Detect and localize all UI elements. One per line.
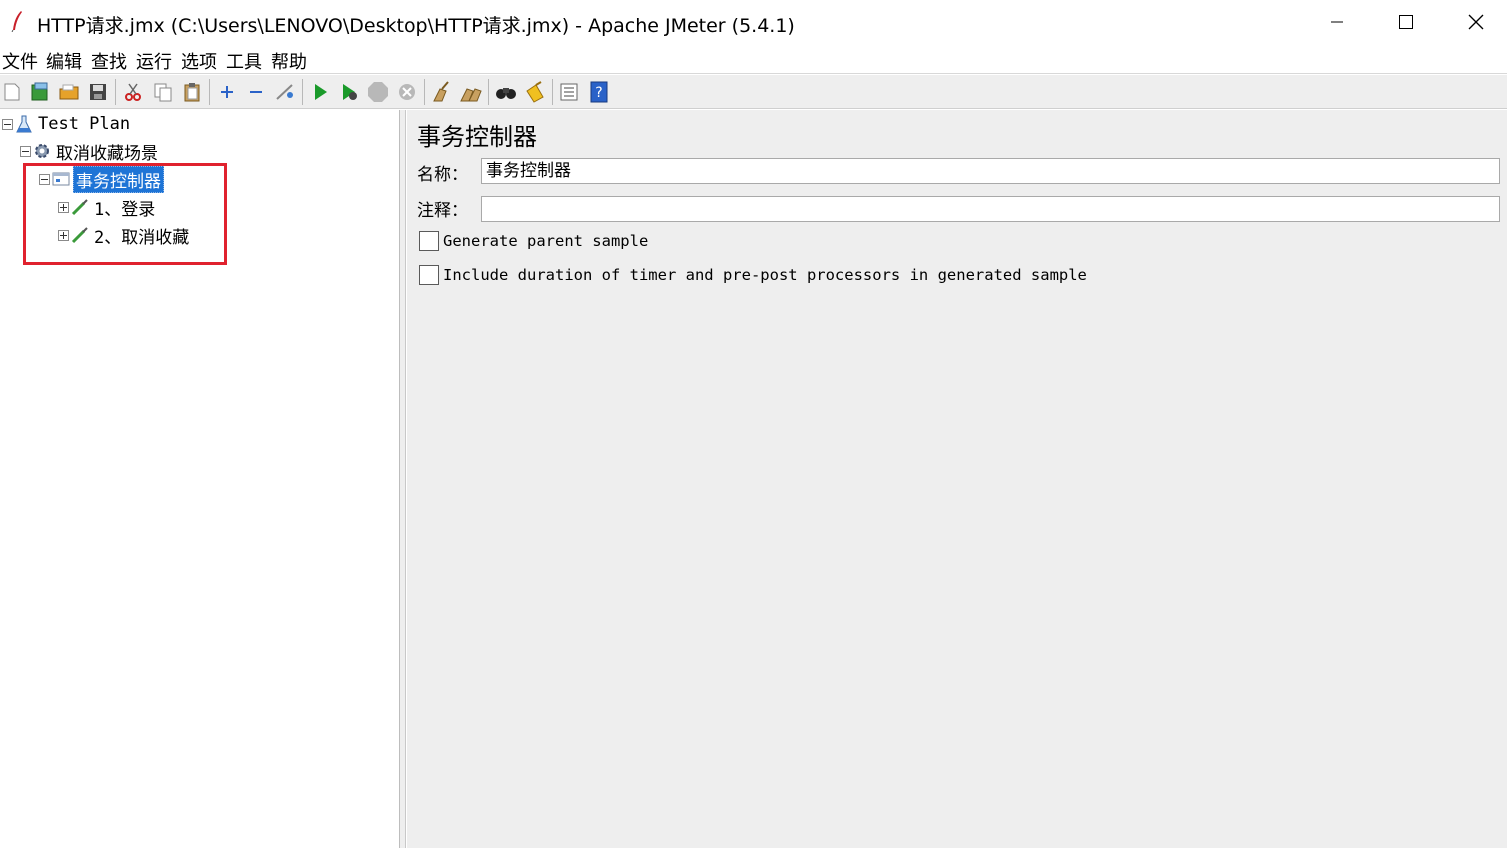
paste-button[interactable] — [180, 80, 204, 104]
templates-icon — [31, 82, 48, 101]
stop-icon — [368, 82, 388, 102]
tree-node-label: Test Plan — [38, 114, 131, 134]
transaction-controller-panel: 事务控制器 名称： 事务控制器 注释： Generate parent samp… — [407, 110, 1507, 848]
start-no-pauses-button[interactable] — [337, 80, 361, 104]
templates-button[interactable] — [28, 80, 52, 104]
collapse-icon — [250, 91, 262, 93]
toggle-button[interactable] — [273, 80, 297, 104]
menu-tools[interactable]: 工具 — [226, 48, 262, 74]
open-icon — [59, 84, 79, 100]
gear-icon — [33, 142, 51, 160]
menu-bar: 文件 编辑 查找 运行 选项 工具 帮助 — [0, 44, 1507, 74]
window-title: HTTP请求.jmx (C:\Users\LENOVO\Desktop\HTTP… — [37, 15, 795, 37]
search-button[interactable] — [494, 80, 518, 104]
minimize-icon — [1331, 21, 1343, 23]
toolbar: ? — [0, 75, 1507, 109]
name-label: 名称： — [417, 165, 468, 185]
include-duration-option[interactable]: Include duration of timer and pre-post p… — [419, 265, 1087, 285]
panel-title: 事务控制器 — [417, 123, 537, 151]
function-helper-icon — [560, 83, 578, 101]
clear-all-icon — [460, 88, 482, 102]
clear-button[interactable] — [429, 80, 453, 104]
copy-button[interactable] — [151, 80, 175, 104]
reset-search-button[interactable] — [523, 80, 547, 104]
generate-parent-sample-checkbox[interactable] — [419, 231, 439, 251]
cut-button[interactable] — [121, 80, 145, 104]
new-icon — [4, 83, 20, 101]
help-icon: ? — [590, 81, 608, 103]
maximize-button[interactable] — [1371, 0, 1441, 44]
svg-text:?: ? — [595, 85, 602, 101]
search-icon — [496, 88, 516, 99]
include-duration-label: Include duration of timer and pre-post p… — [443, 266, 1087, 284]
shutdown-button[interactable] — [395, 80, 419, 104]
start-button[interactable] — [308, 80, 332, 104]
start-no-pause-icon — [343, 84, 357, 100]
close-button[interactable] — [1441, 0, 1507, 44]
help-button[interactable]: ? — [587, 80, 611, 104]
menu-file[interactable]: 文件 — [2, 48, 38, 74]
name-field[interactable]: 事务控制器 — [481, 158, 1500, 184]
collapse-all-button[interactable] — [244, 80, 268, 104]
shutdown-icon — [399, 84, 415, 100]
collapse-toggle[interactable] — [2, 118, 13, 130]
tree-node-thread-group[interactable]: 取消收藏场景 — [20, 138, 160, 164]
close-icon — [1468, 14, 1484, 30]
comment-field[interactable] — [481, 196, 1500, 222]
generate-parent-sample-option[interactable]: Generate parent sample — [419, 231, 648, 251]
collapse-toggle[interactable] — [20, 145, 31, 157]
start-icon — [315, 84, 327, 100]
copy-icon — [154, 83, 172, 102]
tree-node-label: 取消收藏场景 — [56, 143, 158, 164]
red-highlight-box — [23, 163, 227, 265]
reset-search-icon — [526, 81, 544, 103]
save-button[interactable] — [86, 80, 110, 104]
jmeter-feather-icon — [11, 11, 22, 32]
comment-label: 注释： — [417, 201, 468, 221]
menu-options[interactable]: 选项 — [181, 48, 217, 74]
function-helper-button[interactable] — [557, 80, 581, 104]
open-button[interactable] — [57, 80, 81, 104]
save-icon — [90, 84, 106, 100]
split-pane-divider[interactable] — [400, 110, 406, 848]
generate-parent-sample-label: Generate parent sample — [443, 232, 649, 250]
cut-icon — [125, 83, 141, 101]
toggle-icon — [276, 84, 293, 100]
menu-help[interactable]: 帮助 — [271, 48, 307, 74]
minimize-button[interactable] — [1302, 0, 1372, 44]
new-button[interactable] — [0, 80, 24, 104]
title-bar: HTTP请求.jmx (C:\Users\LENOVO\Desktop\HTTP… — [0, 0, 1507, 44]
test-plan-icon — [15, 115, 33, 133]
menu-search[interactable]: 查找 — [91, 48, 127, 74]
include-duration-checkbox[interactable] — [419, 265, 439, 285]
clear-icon — [433, 81, 449, 102]
maximize-icon — [1399, 15, 1413, 29]
tree-node-test-plan[interactable]: Test Plan — [2, 111, 132, 137]
paste-icon — [184, 83, 200, 102]
expand-all-button[interactable] — [215, 80, 239, 104]
menu-edit[interactable]: 编辑 — [46, 48, 82, 74]
expand-icon — [221, 86, 233, 98]
clear-all-button[interactable] — [459, 80, 483, 104]
menu-run[interactable]: 运行 — [136, 48, 172, 74]
stop-button[interactable] — [366, 80, 390, 104]
